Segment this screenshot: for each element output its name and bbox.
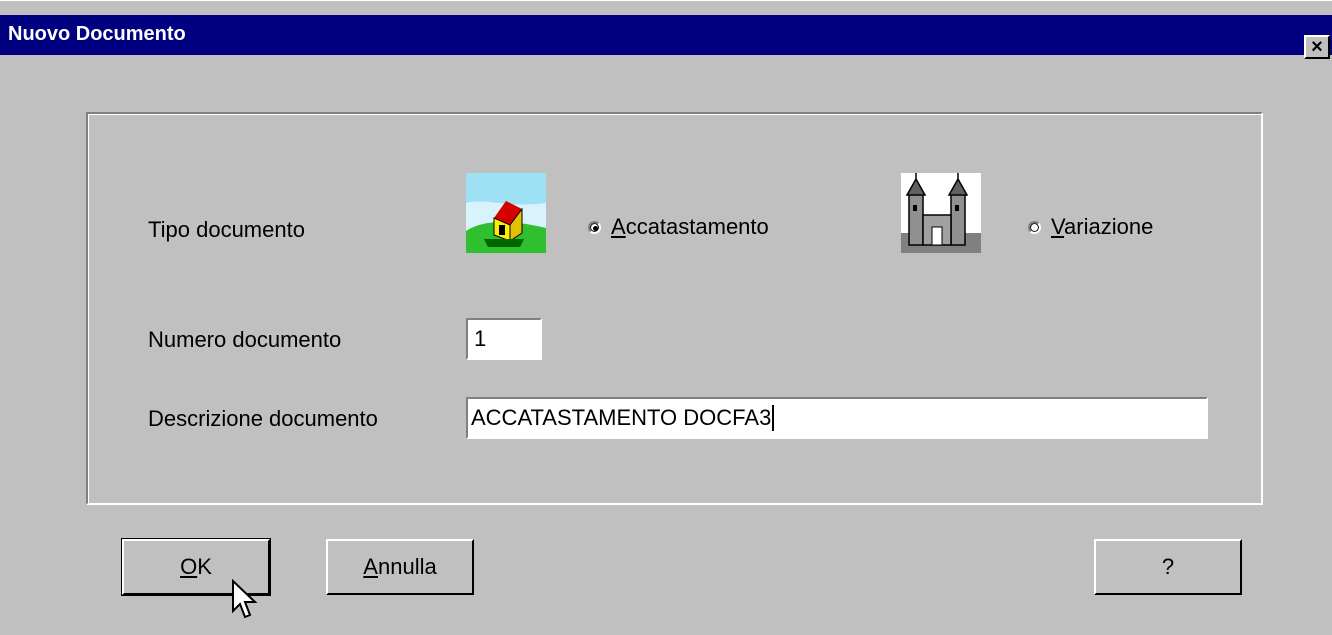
dialog-window: Nuovo Documento × Tipo documento Accatas…: [0, 0, 1332, 635]
annulla-button-label: Annulla: [363, 554, 437, 579]
numero-documento-value: 1: [474, 326, 487, 351]
close-button[interactable]: ×: [1304, 35, 1330, 59]
numero-documento-field[interactable]: 1: [466, 318, 542, 360]
close-icon: ×: [1311, 36, 1323, 58]
help-button-label: ?: [1161, 554, 1175, 579]
radio-variazione[interactable]: Variazione: [1028, 214, 1153, 240]
annulla-button[interactable]: Annulla: [326, 539, 474, 595]
house-icon: [466, 173, 546, 253]
radio-accatastamento-label: Accatastamento: [611, 214, 769, 239]
document-group-box: [86, 112, 1263, 505]
radio-accatastamento[interactable]: Accatastamento: [588, 214, 769, 240]
tipo-documento-label: Tipo documento: [148, 217, 305, 242]
numero-documento-label: Numero documento: [148, 327, 342, 352]
text-caret: [772, 405, 775, 431]
radio-unselected-indicator: [1028, 220, 1041, 234]
window-title: Nuovo Documento: [8, 23, 186, 45]
radio-variazione-label: Variazione: [1051, 214, 1154, 239]
title-bar: Nuovo Documento ×: [0, 15, 1332, 59]
descrizione-documento-field[interactable]: ACCATASTAMENTO DOCFA3: [466, 397, 1208, 439]
radio-selected-indicator: [588, 220, 601, 234]
help-button[interactable]: ?: [1094, 539, 1242, 595]
descrizione-documento-label: Descrizione documento: [148, 406, 378, 431]
ok-button-label: OK: [180, 554, 212, 579]
mouse-cursor-icon: [232, 579, 258, 619]
castle-icon: [901, 173, 981, 253]
descrizione-documento-value: ACCATASTAMENTO DOCFA3: [471, 405, 772, 430]
